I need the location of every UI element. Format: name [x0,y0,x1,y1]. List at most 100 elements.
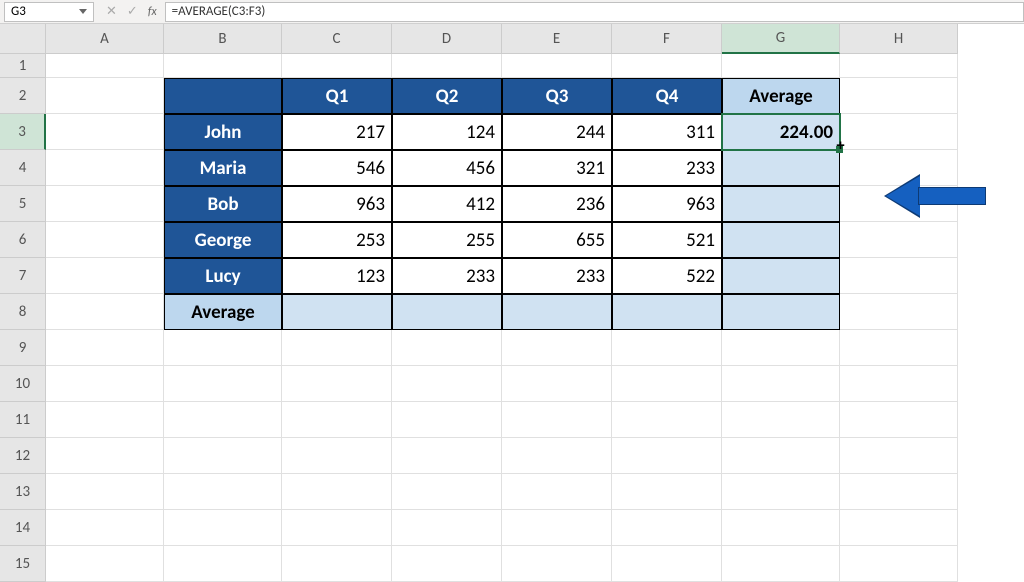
cell-D15[interactable] [392,546,502,582]
cell-C12[interactable] [282,438,392,474]
cell-A10[interactable] [46,366,164,402]
col-header-C[interactable]: C [282,24,392,54]
cell-G7[interactable] [722,258,840,294]
cell-G15[interactable] [722,546,840,582]
cell-D4[interactable]: 456 [392,150,502,186]
row-header-2[interactable]: 2 [0,78,46,114]
cell-C3[interactable]: 217 [282,114,392,150]
chevron-down-icon[interactable] [79,9,87,14]
cell-A2[interactable] [46,78,164,114]
cell-F13[interactable] [612,474,722,510]
cell-D1[interactable] [392,54,502,78]
cell-D10[interactable] [392,366,502,402]
cell-G6[interactable] [722,222,840,258]
cell-G10[interactable] [722,366,840,402]
cell-H10[interactable] [840,366,958,402]
cell-D13[interactable] [392,474,502,510]
col-header-A[interactable]: A [46,24,164,54]
cell-G11[interactable] [722,402,840,438]
cell-F4[interactable]: 233 [612,150,722,186]
row-header-10[interactable]: 10 [0,366,46,402]
cell-H1[interactable] [840,54,958,78]
cell-D6[interactable]: 255 [392,222,502,258]
cell-B10[interactable] [164,366,282,402]
cell-A8[interactable] [46,294,164,330]
cell-C8[interactable] [282,294,392,330]
col-header-D[interactable]: D [392,24,502,54]
row-header-14[interactable]: 14 [0,510,46,546]
cell-C5[interactable]: 963 [282,186,392,222]
cell-A4[interactable] [46,150,164,186]
cell-C15[interactable] [282,546,392,582]
cell-F2[interactable]: Q4 [612,78,722,114]
cell-D9[interactable] [392,330,502,366]
cell-C1[interactable] [282,54,392,78]
cell-F9[interactable] [612,330,722,366]
cell-A6[interactable] [46,222,164,258]
row-header-8[interactable]: 8 [0,294,46,330]
cell-grid[interactable]: Q1Q2Q3Q4AverageJohn217124244311224.00+Ma… [46,54,1024,576]
name-box[interactable]: G3 [4,2,94,22]
cell-E15[interactable] [502,546,612,582]
cell-B8[interactable]: Average [164,294,282,330]
cell-A5[interactable] [46,186,164,222]
cell-E3[interactable]: 244 [502,114,612,150]
row-header-12[interactable]: 12 [0,438,46,474]
cell-A9[interactable] [46,330,164,366]
cell-G1[interactable] [722,54,840,78]
cell-G5[interactable] [722,186,840,222]
cell-F15[interactable] [612,546,722,582]
row-header-5[interactable]: 5 [0,186,46,222]
cell-G2[interactable]: Average [722,78,840,114]
cell-G12[interactable] [722,438,840,474]
cell-H11[interactable] [840,402,958,438]
row-header-3[interactable]: 3 [0,114,46,150]
cell-E4[interactable]: 321 [502,150,612,186]
cell-B4[interactable]: Maria [164,150,282,186]
cell-B7[interactable]: Lucy [164,258,282,294]
cell-B13[interactable] [164,474,282,510]
cell-C4[interactable]: 546 [282,150,392,186]
cell-A11[interactable] [46,402,164,438]
cell-F14[interactable] [612,510,722,546]
cell-H15[interactable] [840,546,958,582]
cell-D8[interactable] [392,294,502,330]
cell-D11[interactable] [392,402,502,438]
cell-G13[interactable] [722,474,840,510]
cell-F10[interactable] [612,366,722,402]
cell-C11[interactable] [282,402,392,438]
cell-F5[interactable]: 963 [612,186,722,222]
cell-F1[interactable] [612,54,722,78]
cell-E1[interactable] [502,54,612,78]
cell-H13[interactable] [840,474,958,510]
cell-C10[interactable] [282,366,392,402]
cell-C9[interactable] [282,330,392,366]
col-header-B[interactable]: B [164,24,282,54]
cell-C6[interactable]: 253 [282,222,392,258]
cell-D3[interactable]: 124 [392,114,502,150]
formula-input[interactable]: =AVERAGE(C3:F3) [165,2,1024,22]
cell-G4[interactable] [722,150,840,186]
cell-F8[interactable] [612,294,722,330]
cell-A13[interactable] [46,474,164,510]
fx-icon[interactable]: fx [148,5,157,19]
cell-H9[interactable] [840,330,958,366]
cell-A1[interactable] [46,54,164,78]
cell-E11[interactable] [502,402,612,438]
cell-D2[interactable]: Q2 [392,78,502,114]
cell-E9[interactable] [502,330,612,366]
cancel-icon[interactable]: ✕ [106,4,117,19]
cell-B5[interactable]: Bob [164,186,282,222]
cell-C7[interactable]: 123 [282,258,392,294]
cell-D14[interactable] [392,510,502,546]
cell-B11[interactable] [164,402,282,438]
col-header-G[interactable]: G [722,24,840,54]
cell-E2[interactable]: Q3 [502,78,612,114]
row-header-4[interactable]: 4 [0,150,46,186]
row-header-6[interactable]: 6 [0,222,46,258]
cell-D12[interactable] [392,438,502,474]
cell-C13[interactable] [282,474,392,510]
cell-H3[interactable] [840,114,958,150]
cell-F6[interactable]: 521 [612,222,722,258]
cell-A12[interactable] [46,438,164,474]
